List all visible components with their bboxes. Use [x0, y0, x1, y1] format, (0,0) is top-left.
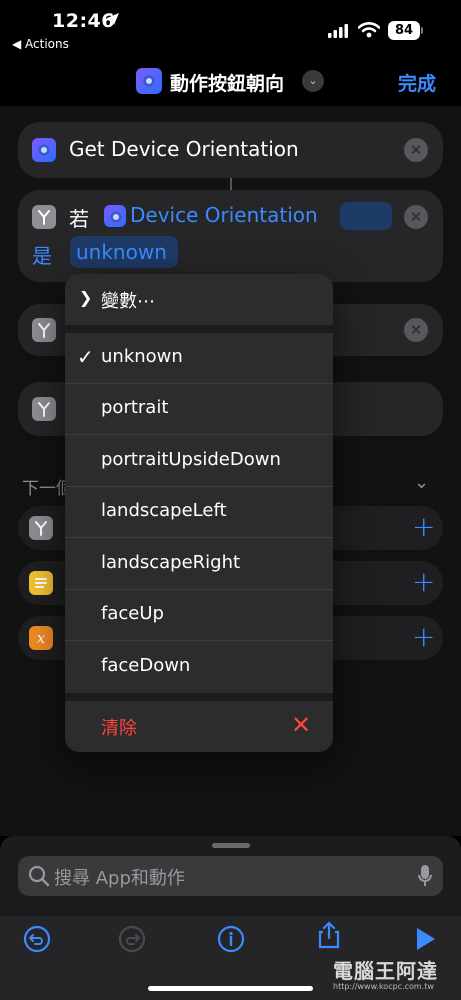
watermark-url: http://www.kocpc.com.tw [333, 982, 434, 991]
shortcut-icon[interactable] [136, 68, 162, 94]
menu-item-clear[interactable]: 清除 ✕ [65, 701, 333, 752]
watermark-text: 電腦王阿達 [333, 959, 438, 983]
search-placeholder: 搜尋 App和動作 [54, 868, 185, 889]
microphone-icon[interactable] [418, 865, 432, 887]
action-if[interactable]: 若 Device Orientation ✕ 是 unknown [18, 190, 443, 282]
undo-icon[interactable] [22, 924, 52, 954]
title-menu-chevron-icon[interactable]: ⌄ [302, 70, 324, 92]
menu-item-label: 變數⋯ [101, 291, 155, 312]
menu-option-label: landscapeRight [101, 552, 241, 573]
variable-action-icon: x [29, 626, 53, 650]
battery-nub [421, 27, 423, 34]
if-branch-icon [32, 205, 56, 229]
condition-operator-token[interactable] [340, 202, 392, 230]
menu-option-label: portraitUpsideDown [101, 449, 281, 470]
if-branch-icon [32, 397, 56, 421]
clear-label: 清除 [101, 718, 137, 739]
redo-icon[interactable] [117, 924, 147, 954]
wifi-icon [358, 22, 380, 38]
menu-separator [65, 693, 333, 701]
location-arrow-icon [107, 13, 119, 25]
search-field[interactable]: 搜尋 App和動作 [18, 856, 443, 896]
menu-separator [65, 325, 333, 333]
add-suggestion-button[interactable]: + [412, 513, 435, 541]
condition-value-token[interactable]: unknown [76, 240, 167, 264]
if-keyword: 若 [69, 207, 89, 231]
checkmark-icon: ✓ [77, 345, 94, 369]
menu-option[interactable]: portrait [65, 384, 333, 435]
add-suggestion-button[interactable]: + [412, 568, 435, 596]
done-button[interactable]: 完成 [398, 69, 436, 96]
sheet-grabber[interactable] [212, 843, 250, 848]
menu-option-label: faceDown [101, 655, 191, 676]
share-icon[interactable] [314, 920, 344, 950]
remove-action-button[interactable]: ✕ [404, 138, 428, 162]
is-keyword: 是 [32, 244, 52, 268]
cellular-signal-icon [328, 24, 348, 38]
menu-option[interactable]: ✓ unknown [65, 333, 333, 384]
back-to-app-link[interactable]: ◀ Actions [12, 37, 69, 51]
menu-item-variables[interactable]: ❯ 變數⋯ [65, 274, 333, 325]
menu-option-label: faceUp [101, 603, 164, 624]
variable-device-icon [104, 205, 126, 227]
status-bar: 12:46 ◀ Actions 84 [0, 0, 461, 60]
chevron-right-icon: ❯ [79, 288, 93, 307]
text-action-icon [29, 571, 53, 595]
home-indicator[interactable] [148, 986, 313, 991]
collapse-chevron-icon[interactable]: ⌄ [414, 472, 429, 493]
menu-option-label: landscapeLeft [101, 500, 227, 521]
remove-action-button[interactable]: ✕ [404, 205, 428, 229]
navigation-bar: 動作按鈕朝向 ⌄ 完成 [0, 60, 461, 106]
menu-option-label: unknown [101, 346, 183, 367]
menu-option[interactable]: portraitUpsideDown [65, 436, 333, 487]
device-orientation-icon [32, 138, 56, 162]
add-suggestion-button[interactable]: + [412, 623, 435, 651]
battery-indicator: 84 [388, 21, 420, 40]
shortcut-title[interactable]: 動作按鈕朝向 [170, 69, 284, 96]
remove-action-button[interactable]: ✕ [404, 318, 428, 342]
menu-option[interactable]: landscapeLeft [65, 487, 333, 538]
if-branch-icon [32, 318, 56, 342]
if-branch-icon [29, 516, 53, 540]
search-icon [28, 865, 50, 887]
condition-value-menu: ❯ 變數⋯ ✓ unknown portrait portraitUpsideD… [65, 274, 333, 752]
menu-option-label: portrait [101, 397, 169, 418]
if-variable-token[interactable]: Device Orientation [130, 203, 318, 227]
menu-option[interactable]: landscapeRight [65, 539, 333, 590]
run-play-icon[interactable] [410, 924, 440, 954]
menu-option[interactable]: faceDown [65, 642, 333, 693]
action-get-device-orientation[interactable]: Get Device Orientation ✕ [18, 122, 443, 178]
clear-x-icon: ✕ [291, 711, 312, 739]
action-title: Get Device Orientation [69, 137, 299, 161]
info-icon[interactable] [216, 924, 246, 954]
back-app-label: Actions [25, 37, 69, 51]
menu-option[interactable]: faceUp [65, 590, 333, 641]
